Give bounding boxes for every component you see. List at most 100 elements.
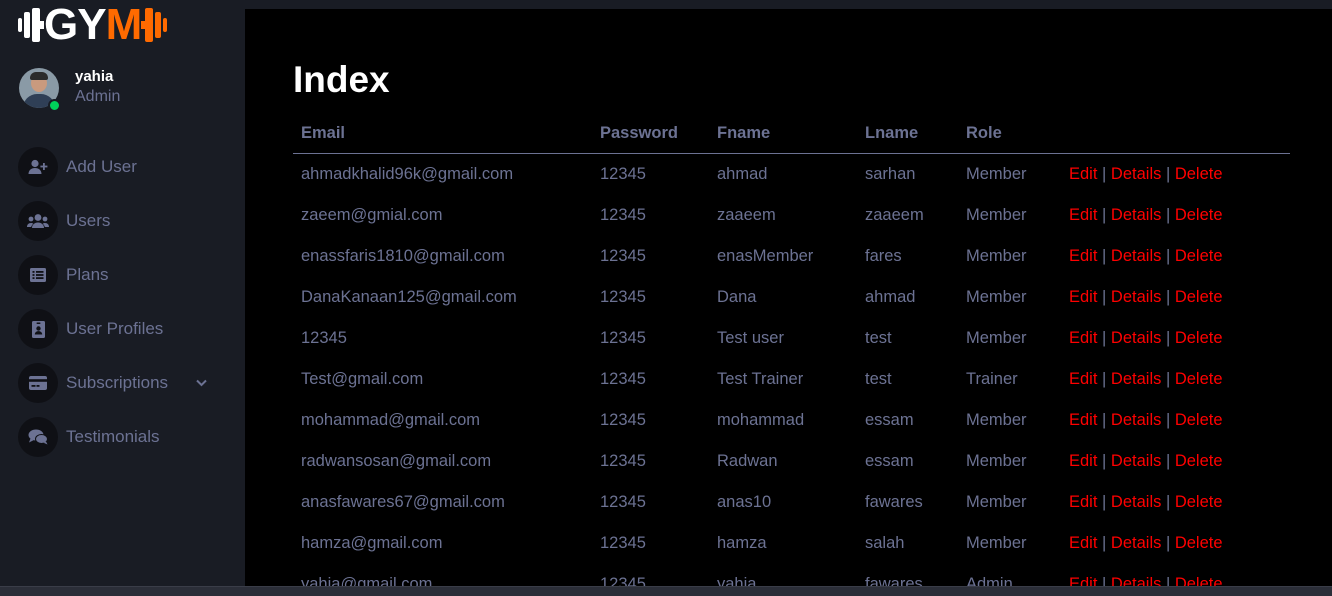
fname-cell: Test user: [717, 329, 784, 347]
delete-link[interactable]: Delete: [1175, 575, 1223, 586]
role-cell: Member: [966, 329, 1027, 347]
details-link[interactable]: Details: [1111, 288, 1161, 306]
sidebar: GYM yahia Admin Add User Users Plans Use…: [0, 0, 245, 595]
password-cell: 12345: [600, 493, 646, 511]
action-separator: |: [1165, 411, 1171, 429]
role-cell: Member: [966, 247, 1027, 265]
sidebar-item-users[interactable]: Users: [18, 194, 207, 248]
delete-link[interactable]: Delete: [1175, 247, 1223, 265]
email-cell: enassfaris1810@gmail.com: [301, 247, 505, 265]
fname-cell: enasMember: [717, 247, 814, 265]
lname-cell: essam: [865, 411, 914, 429]
action-separator: |: [1102, 493, 1107, 511]
edit-link[interactable]: Edit: [1069, 165, 1097, 183]
fname-cell: mohammad: [717, 411, 805, 429]
delete-link[interactable]: Delete: [1175, 452, 1223, 470]
details-link[interactable]: Details: [1111, 247, 1161, 265]
details-link[interactable]: Details: [1111, 206, 1161, 224]
email-cell: anasfawares67@gmail.com: [301, 493, 505, 511]
role-cell: Member: [966, 288, 1027, 306]
action-separator: |: [1102, 329, 1107, 347]
chevron-down-icon[interactable]: [196, 376, 207, 390]
action-separator: |: [1165, 575, 1171, 586]
actions-cell: Edit | Details | Delete: [1061, 236, 1290, 277]
actions-cell: Edit | Details | Delete: [1061, 400, 1290, 441]
table-row: Test@gmail.com 12345 Test Trainer test Train…: [293, 359, 1290, 400]
action-separator: |: [1165, 247, 1171, 265]
actions-cell: Edit | Details | Delete: [1061, 523, 1290, 564]
details-link[interactable]: Details: [1111, 165, 1161, 183]
sidebar-item-testimonials[interactable]: Testimonials: [18, 410, 207, 464]
lname-cell: test: [865, 370, 892, 388]
details-link[interactable]: Details: [1111, 575, 1161, 586]
details-link[interactable]: Details: [1111, 493, 1161, 511]
password-cell: 12345: [600, 165, 646, 183]
fname-cell: anas10: [717, 493, 772, 511]
details-link[interactable]: Details: [1111, 329, 1161, 347]
users-icon: [18, 201, 58, 241]
edit-link[interactable]: Edit: [1069, 534, 1097, 552]
role-cell: Member: [966, 165, 1027, 183]
email-cell: hamza@gmail.com: [301, 534, 443, 552]
role-cell: Admin: [966, 575, 1013, 586]
actions-cell: Edit | Details | Delete: [1061, 359, 1290, 400]
sidebar-item-label: Add User: [66, 157, 137, 176]
actions-cell: Edit | Details | Delete: [1061, 195, 1290, 236]
sidebar-item-add-user[interactable]: Add User: [18, 140, 207, 194]
delete-link[interactable]: Delete: [1175, 329, 1223, 347]
edit-link[interactable]: Edit: [1069, 575, 1097, 586]
delete-link[interactable]: Delete: [1175, 493, 1223, 511]
profile-role: Admin: [75, 88, 121, 105]
details-link[interactable]: Details: [1111, 411, 1161, 429]
edit-link[interactable]: Edit: [1069, 452, 1097, 470]
details-link[interactable]: Details: [1111, 370, 1161, 388]
action-separator: |: [1165, 206, 1171, 224]
password-cell: 12345: [600, 329, 646, 347]
edit-link[interactable]: Edit: [1069, 206, 1097, 224]
column-header-role: Role: [958, 113, 1061, 154]
lname-cell: salah: [865, 534, 905, 552]
delete-link[interactable]: Delete: [1175, 370, 1223, 388]
edit-link[interactable]: Edit: [1069, 329, 1097, 347]
password-cell: 12345: [600, 206, 646, 224]
action-separator: |: [1165, 452, 1171, 470]
sidebar-item-label: Plans: [66, 265, 109, 284]
table-row: enassfaris1810@gmail.com 12345 enasMember f…: [293, 236, 1290, 277]
action-separator: |: [1102, 165, 1107, 183]
sidebar-item-plans[interactable]: Plans: [18, 248, 207, 302]
action-separator: |: [1165, 329, 1171, 347]
delete-link[interactable]: Delete: [1175, 165, 1223, 183]
email-cell: DanaKanaan125@gmail.com: [301, 288, 517, 306]
delete-link[interactable]: Delete: [1175, 288, 1223, 306]
logo-text-main: GY: [44, 0, 107, 49]
edit-link[interactable]: Edit: [1069, 411, 1097, 429]
role-cell: Member: [966, 493, 1027, 511]
table-row: ahmadkhalid96k@gmail.com 12345 ahmad sarhan…: [293, 154, 1290, 196]
user-profile[interactable]: yahia Admin: [19, 68, 120, 108]
edit-link[interactable]: Edit: [1069, 370, 1097, 388]
edit-link[interactable]: Edit: [1069, 247, 1097, 265]
role-cell: Trainer: [966, 370, 1018, 388]
top-navbar: [245, 0, 1332, 9]
lname-cell: fawares: [865, 575, 923, 586]
action-separator: |: [1102, 247, 1107, 265]
actions-cell: Edit | Details | Delete: [1061, 154, 1290, 196]
users-table: Email Password Fname Lname Role ahmadkha…: [293, 113, 1290, 586]
edit-link[interactable]: Edit: [1069, 288, 1097, 306]
gym-logo[interactable]: GYM: [18, 3, 168, 47]
sidebar-item-user-profiles[interactable]: User Profiles: [18, 302, 207, 356]
email-cell: radwansosan@gmail.com: [301, 452, 492, 470]
table-row: zaeem@gmial.com 12345 zaaeem zaaeem Member Ed…: [293, 195, 1290, 236]
delete-link[interactable]: Delete: [1175, 534, 1223, 552]
sidebar-item-subscriptions[interactable]: Subscriptions: [18, 356, 207, 410]
edit-link[interactable]: Edit: [1069, 493, 1097, 511]
details-link[interactable]: Details: [1111, 452, 1161, 470]
action-separator: |: [1165, 165, 1171, 183]
fname-cell: hamza: [717, 534, 767, 552]
delete-link[interactable]: Delete: [1175, 411, 1223, 429]
delete-link[interactable]: Delete: [1175, 206, 1223, 224]
details-link[interactable]: Details: [1111, 534, 1161, 552]
role-cell: Member: [966, 452, 1027, 470]
action-separator: |: [1165, 370, 1171, 388]
sidebar-item-label: Subscriptions: [66, 373, 169, 392]
